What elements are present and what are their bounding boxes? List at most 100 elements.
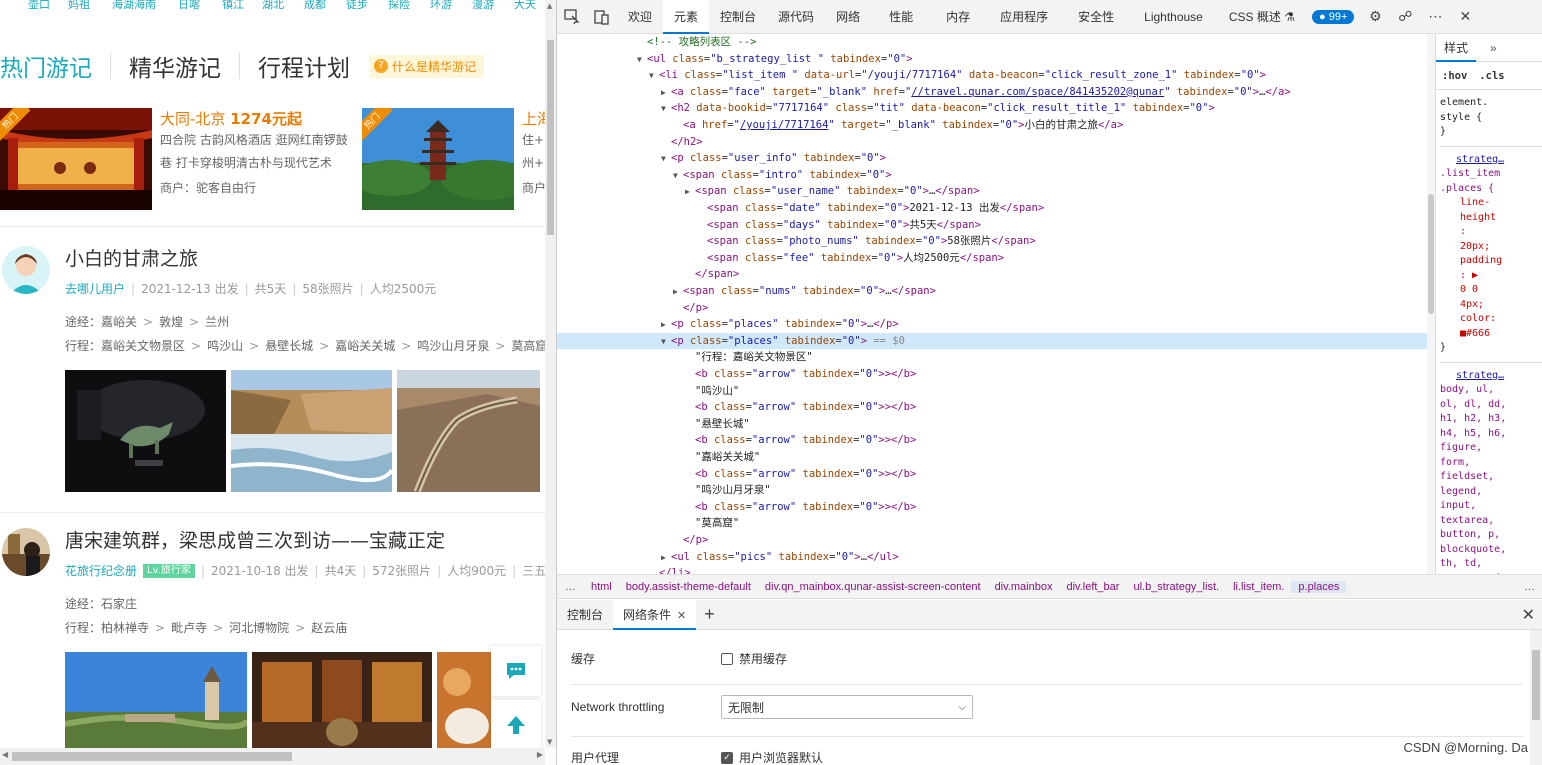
dom-node-line[interactable]: ▼ <li class="list_item " data-url="/youji…	[557, 67, 1433, 84]
drawer-tab-network-conditions[interactable]: 网络条件 ✕	[613, 599, 697, 630]
tab-network[interactable]: 网络	[825, 0, 871, 34]
top-nav-link[interactable]: 镇江	[222, 0, 244, 10]
dom-node-line[interactable]: <span class="date" tabindex="0">2021-12-…	[557, 200, 1433, 217]
tab-elements[interactable]: 元素	[663, 0, 710, 34]
tab-application[interactable]: 应用程序	[985, 0, 1063, 34]
promo-card[interactable]: 热门 上海 住+ 州+ 商户	[362, 108, 545, 210]
trip-photo[interactable]	[397, 370, 540, 492]
dom-node-line[interactable]: <b class="arrow" tabindex="0">></b>	[557, 399, 1433, 416]
breadcrumb-item[interactable]: p.places	[1291, 580, 1347, 593]
dom-node-line[interactable]: ▼ <ul class="b_strategy_list " tabindex="…	[557, 51, 1433, 68]
page-horizontal-scrollbar[interactable]: ◀ ▶	[0, 748, 545, 765]
expanded-triangle-icon[interactable]: ▼	[637, 52, 647, 69]
close-drawer-icon[interactable]: ✕	[1522, 605, 1535, 625]
promo-image[interactable]: 热门	[0, 108, 152, 210]
tab-css-overview[interactable]: CSS 概述 ⚗	[1218, 0, 1306, 34]
tab-security[interactable]: 安全性	[1063, 0, 1129, 34]
feedback-button[interactable]	[491, 646, 541, 696]
dom-node-line[interactable]: </li>	[557, 565, 1433, 574]
collapsed-triangle-icon[interactable]: ▶	[661, 317, 671, 334]
disable-cache-checkbox[interactable]	[721, 652, 733, 665]
tab-welcome[interactable]: 欢迎	[617, 0, 663, 34]
dom-node-line[interactable]: ▼ <span class="intro" tabindex="0">	[557, 167, 1433, 184]
dom-node-line[interactable]: </p>	[557, 300, 1433, 317]
dom-node-line[interactable]: "行程：嘉峪关文物景区"	[557, 349, 1433, 366]
breadcrumb-overflow-icon[interactable]: …	[1516, 581, 1542, 593]
top-nav-link[interactable]: 漫游	[472, 0, 494, 10]
promo-title[interactable]: 上海	[522, 108, 545, 129]
dom-node-line[interactable]: <span class="days" tabindex="0">共5天</spa…	[557, 217, 1433, 234]
tab-performance[interactable]: 性能	[871, 0, 931, 34]
top-nav-link[interactable]: 海湖海南	[112, 0, 156, 10]
expanded-triangle-icon[interactable]: ▼	[673, 168, 683, 185]
disable-cache-control[interactable]: 禁用缓存	[721, 650, 787, 667]
back-to-top-button[interactable]	[491, 700, 541, 750]
breadcrumb-item[interactable]: li.list_item.	[1226, 581, 1291, 593]
styles-rules[interactable]: element. style {} strateg… .list_item .place…	[1436, 90, 1542, 574]
dom-node-line[interactable]: ▼ <h2 data-bookid="7717164" class="tit" d…	[557, 100, 1433, 117]
avatar[interactable]	[2, 528, 50, 576]
dom-node-line[interactable]: <b class="arrow" tabindex="0">></b>	[557, 432, 1433, 449]
breadcrumb-item[interactable]: div.left_bar	[1059, 581, 1126, 593]
drawer-scrollbar[interactable]	[1530, 630, 1542, 765]
throttling-select[interactable]: 无限制 ⌵	[721, 695, 973, 719]
top-nav-link[interactable]: 妈祖	[68, 0, 90, 10]
device-toolbar-icon[interactable]	[587, 0, 617, 34]
collapsed-triangle-icon[interactable]: ▶	[673, 284, 683, 301]
trip-photo[interactable]	[231, 370, 392, 492]
dom-node-line[interactable]: ▶ <a class="face" target="_blank" href="/…	[557, 84, 1433, 101]
class-toggle[interactable]: .cls	[1479, 70, 1504, 82]
travelogue-title[interactable]: 唐宋建筑群，梁思成曾三次到访——宝藏正定	[65, 526, 445, 553]
breadcrumb-item[interactable]: div.mainbox	[988, 581, 1060, 593]
dom-node-line[interactable]: <a href="/youji/7717164" target="_blank"…	[557, 117, 1433, 134]
scrollbar-thumb[interactable]	[12, 752, 292, 761]
scroll-right-icon[interactable]: ▶	[537, 750, 543, 759]
user-name[interactable]: 去哪儿用户	[65, 280, 125, 297]
dom-node-line[interactable]: <b class="arrow" tabindex="0">></b>	[557, 499, 1433, 516]
dom-node-line[interactable]: "悬壁长城"	[557, 416, 1433, 433]
close-icon[interactable]: ✕	[1450, 0, 1480, 34]
expanded-triangle-icon[interactable]: ▼	[661, 334, 671, 351]
hover-toggle[interactable]: :hov	[1442, 70, 1467, 82]
selected-dom-node[interactable]: ▼ <p class="places" tabindex="0"> == $0	[557, 332, 1433, 351]
tab-memory[interactable]: 内存	[931, 0, 985, 34]
dom-node-line[interactable]: </p>	[557, 532, 1433, 549]
more-tabs-icon[interactable]: »	[1476, 41, 1497, 55]
breadcrumb-item[interactable]: html	[584, 581, 619, 593]
top-nav-link[interactable]: 湖北	[262, 0, 284, 10]
elements-tree[interactable]: ··· <!-- 攻略列表区 -->▼<ul class="b_strategy…	[557, 34, 1433, 574]
tab-hot[interactable]: 热门游记	[0, 49, 92, 83]
tab-styles[interactable]: 样式	[1436, 34, 1477, 62]
dom-node-line[interactable]: "嘉峪关关城"	[557, 449, 1433, 466]
inspect-element-icon[interactable]	[557, 0, 587, 34]
dom-node-line[interactable]: <b class="arrow" tabindex="0">></b>	[557, 366, 1433, 383]
breadcrumb-item[interactable]: div.qn_mainbox.qunar-assist-screen-conte…	[758, 581, 988, 593]
top-nav-link[interactable]: 大天	[514, 0, 536, 10]
dom-node-line[interactable]: ▶ <p class="places" tabindex="0">…</p>	[557, 316, 1433, 333]
elements-scrollbar[interactable]	[1427, 34, 1435, 574]
top-nav-link[interactable]: 壶口	[28, 0, 50, 10]
user-name[interactable]: 花旅行纪念册	[65, 562, 137, 579]
tab-featured[interactable]: 精华游记	[129, 49, 221, 83]
expanded-triangle-icon[interactable]: ▼	[661, 101, 671, 118]
breadcrumb-overflow-icon[interactable]: …	[557, 581, 584, 593]
ua-default-control[interactable]: ✓ 用户浏览器默认	[721, 749, 823, 765]
top-nav-link[interactable]: 徒步	[346, 0, 368, 10]
top-nav-link[interactable]: 环游	[430, 0, 452, 10]
avatar[interactable]	[2, 246, 50, 294]
dom-node-line[interactable]: </h2>	[557, 134, 1433, 151]
tab-itinerary[interactable]: 行程计划	[258, 49, 350, 83]
dom-node-line[interactable]: </span>	[557, 266, 1433, 283]
gear-icon[interactable]: ⚙	[1360, 0, 1390, 34]
close-tab-icon[interactable]: ✕	[677, 610, 686, 622]
promo-card[interactable]: 热门 大同-北京 1274元起 四合院 古韵风格酒店 逛网红南锣鼓 巷 打卡穿梭…	[0, 108, 356, 210]
add-tab-icon[interactable]: +	[696, 604, 723, 625]
dom-node-line[interactable]: <!-- 攻略列表区 -->	[557, 34, 1433, 51]
breadcrumb-item[interactable]: ul.b_strategy_list.	[1126, 581, 1226, 593]
user-feedback-icon[interactable]: ☍	[1390, 0, 1420, 34]
scroll-down-icon[interactable]: ▼	[547, 738, 552, 746]
promo-title[interactable]: 大同-北京 1274元起	[160, 108, 302, 129]
scroll-up-icon[interactable]: ▲	[547, 2, 552, 10]
issues-badge[interactable]: ● 99+	[1311, 9, 1355, 24]
more-options-icon[interactable]: ⋯	[1420, 0, 1450, 34]
